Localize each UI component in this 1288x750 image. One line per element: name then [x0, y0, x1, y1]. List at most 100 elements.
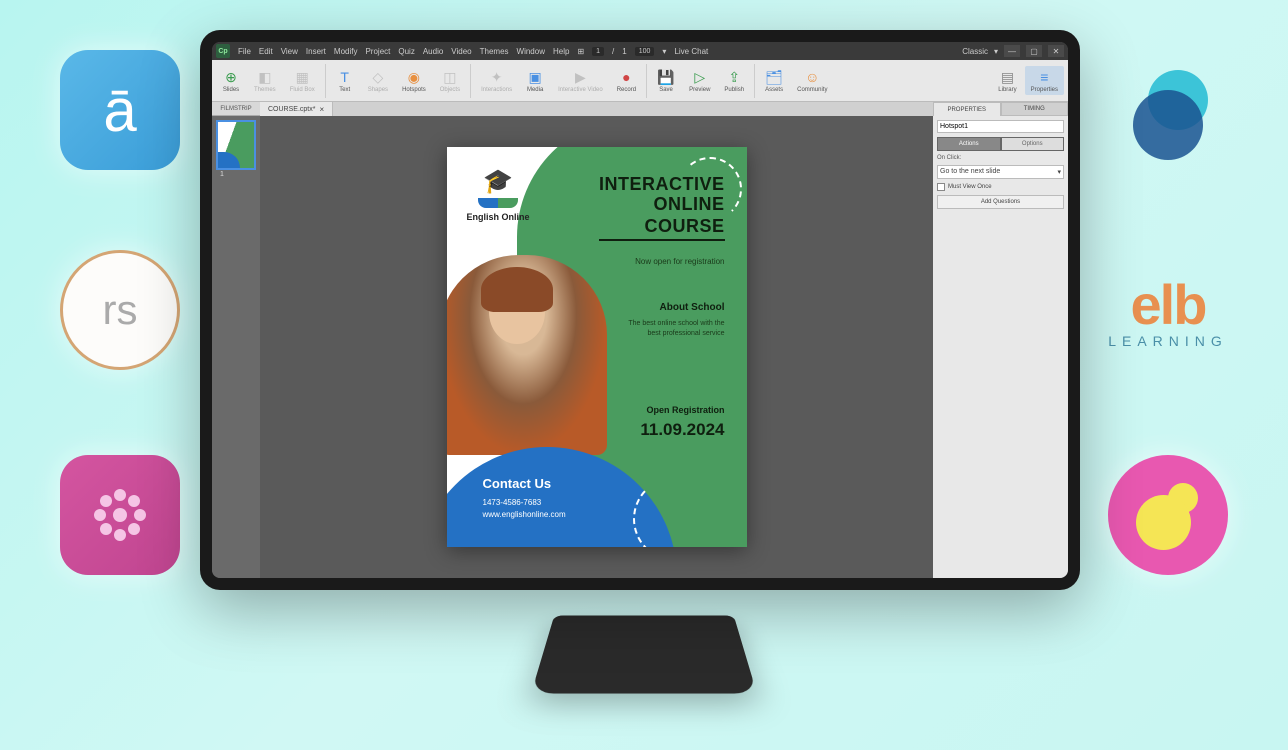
community-button[interactable]: ☺Community	[791, 66, 833, 95]
menu-help[interactable]: Help	[553, 47, 569, 56]
options-subtab[interactable]: Options	[1001, 137, 1065, 151]
text-button[interactable]: TText	[330, 66, 360, 95]
checkbox-icon	[937, 183, 945, 191]
menu-quiz[interactable]: Quiz	[398, 47, 414, 56]
monitor: Cp File Edit View Insert Modify Project …	[200, 30, 1080, 590]
brand-circles-icon	[1108, 50, 1228, 170]
library-button[interactable]: ▤Library	[992, 66, 1022, 95]
slash-label: /	[612, 47, 614, 56]
contact-heading: Contact Us	[483, 476, 552, 491]
canvas-viewport[interactable]: 🎓 English Online INTERACTIVE ONLINE COUR…	[260, 116, 933, 578]
assets-icon: 🗂	[765, 68, 783, 86]
slide-total-field: 1	[622, 47, 626, 56]
maximize-button[interactable]: ▢	[1026, 45, 1042, 57]
toolbar: ⊕Slides ◧Themes ▦Fluid Box TText ◇Shapes…	[212, 60, 1068, 102]
registration-heading: Open Registration	[646, 405, 724, 415]
menu-view[interactable]: View	[281, 47, 298, 56]
graduation-cap-icon: 🎓	[467, 167, 530, 196]
close-button[interactable]: ✕	[1048, 45, 1064, 57]
themes-button[interactable]: ◧Themes	[248, 66, 282, 95]
object-name-input[interactable]	[937, 120, 1064, 133]
on-click-select[interactable]: Go to the next slide ▾	[937, 165, 1064, 179]
filmstrip-panel: FILMSTRIP 1	[212, 102, 260, 578]
record-button[interactable]: ●Record	[611, 66, 642, 95]
slides-button[interactable]: ⊕Slides	[216, 66, 246, 95]
objects-button[interactable]: ◫Objects	[434, 66, 466, 95]
add-questions-button[interactable]: Add Questions	[937, 195, 1064, 209]
text-icon: T	[336, 68, 354, 86]
zoom-dropdown-icon[interactable]: ▾	[662, 47, 666, 56]
menu-audio[interactable]: Audio	[423, 47, 443, 56]
objects-icon: ◫	[441, 68, 459, 86]
zoom-field[interactable]: 100	[635, 47, 655, 56]
slide-title: INTERACTIVE ONLINE COURSE	[599, 175, 725, 241]
close-tab-icon[interactable]: ×	[319, 105, 324, 114]
interactions-button[interactable]: ✦Interactions	[475, 66, 518, 95]
document-tab-label: COURSE.cptx*	[268, 106, 315, 113]
menu-edit[interactable]: Edit	[259, 47, 273, 56]
menu-video[interactable]: Video	[451, 47, 471, 56]
layout-icon[interactable]: ⊞	[577, 47, 584, 56]
library-icon: ▤	[998, 68, 1016, 86]
plus-slide-icon: ⊕	[222, 68, 240, 86]
media-button[interactable]: ▣Media	[520, 66, 550, 95]
brand-text: English Online	[467, 212, 530, 222]
assets-button[interactable]: 🗂Assets	[759, 66, 789, 95]
app-window: Cp File Edit View Insert Modify Project …	[212, 42, 1068, 578]
media-icon: ▣	[526, 68, 544, 86]
monitor-stand	[531, 615, 757, 693]
brand-rs-icon: rs	[60, 250, 180, 370]
live-chat-link[interactable]: Live Chat	[674, 47, 708, 56]
properties-icon: ≡	[1035, 68, 1053, 86]
properties-button[interactable]: ≡Properties	[1025, 66, 1064, 95]
preview-button[interactable]: ▷Preview	[683, 66, 716, 95]
workspace-dropdown-icon[interactable]: ▾	[994, 47, 998, 56]
slide-thumbnail[interactable]: 1	[216, 120, 256, 170]
tab-properties[interactable]: PROPERTIES	[933, 102, 1001, 116]
actions-subtab[interactable]: Actions	[937, 137, 1001, 151]
document-tab[interactable]: COURSE.cptx* ×	[260, 102, 333, 116]
canvas-area: COURSE.cptx* × 🎓 English Online	[260, 102, 933, 578]
slide-canvas[interactable]: 🎓 English Online INTERACTIVE ONLINE COUR…	[447, 147, 747, 547]
must-view-checkbox[interactable]: Must View Once	[937, 183, 1064, 191]
workspace-mode[interactable]: Classic	[962, 47, 988, 56]
menu-insert[interactable]: Insert	[306, 47, 326, 56]
interactions-icon: ✦	[488, 68, 506, 86]
menu-file[interactable]: File	[238, 47, 251, 56]
contact-phone: 1473-4586-7683	[483, 498, 542, 507]
hotspots-icon: ◉	[405, 68, 423, 86]
menu-project[interactable]: Project	[365, 47, 390, 56]
contact-website: www.englishonline.com	[483, 510, 566, 519]
document-tabs: COURSE.cptx* ×	[260, 102, 933, 116]
interactive-video-button[interactable]: ▶Interactive Video	[552, 66, 609, 95]
minimize-button[interactable]: —	[1004, 45, 1020, 57]
hotspots-button[interactable]: ◉Hotspots	[396, 66, 432, 95]
about-heading: About School	[660, 302, 725, 313]
save-button[interactable]: 💾Save	[651, 66, 681, 95]
fluid-box-button[interactable]: ▦Fluid Box	[284, 66, 321, 95]
slide-logo: 🎓 English Online	[467, 167, 530, 222]
slide-index-field[interactable]: 1	[592, 47, 604, 56]
publish-icon: ⇪	[725, 68, 743, 86]
app-logo: Cp	[216, 44, 230, 58]
community-icon: ☺	[803, 68, 821, 86]
tab-timing[interactable]: TIMING	[1001, 102, 1069, 116]
menu-themes[interactable]: Themes	[480, 47, 509, 56]
fluid-box-icon: ▦	[293, 68, 311, 86]
brand-articulate-icon: ā	[60, 50, 180, 170]
workspace: FILMSTRIP 1 COURSE.cptx* ×	[212, 102, 1068, 578]
brand-elb-icon: elbLEARNING	[1088, 250, 1248, 370]
properties-panel: PROPERTIES TIMING Actions Options On Cli…	[933, 102, 1068, 578]
shapes-button[interactable]: ◇Shapes	[362, 66, 394, 95]
themes-icon: ◧	[256, 68, 274, 86]
brand-burst-icon	[60, 455, 180, 575]
menubar: Cp File Edit View Insert Modify Project …	[212, 42, 1068, 60]
menu-modify[interactable]: Modify	[334, 47, 358, 56]
publish-button[interactable]: ⇪Publish	[718, 66, 750, 95]
thumbnail-number: 1	[220, 171, 224, 178]
menu-window[interactable]: Window	[517, 47, 545, 56]
preview-icon: ▷	[691, 68, 709, 86]
chevron-down-icon: ▾	[1057, 168, 1061, 176]
book-icon	[478, 198, 518, 208]
video-icon: ▶	[571, 68, 589, 86]
